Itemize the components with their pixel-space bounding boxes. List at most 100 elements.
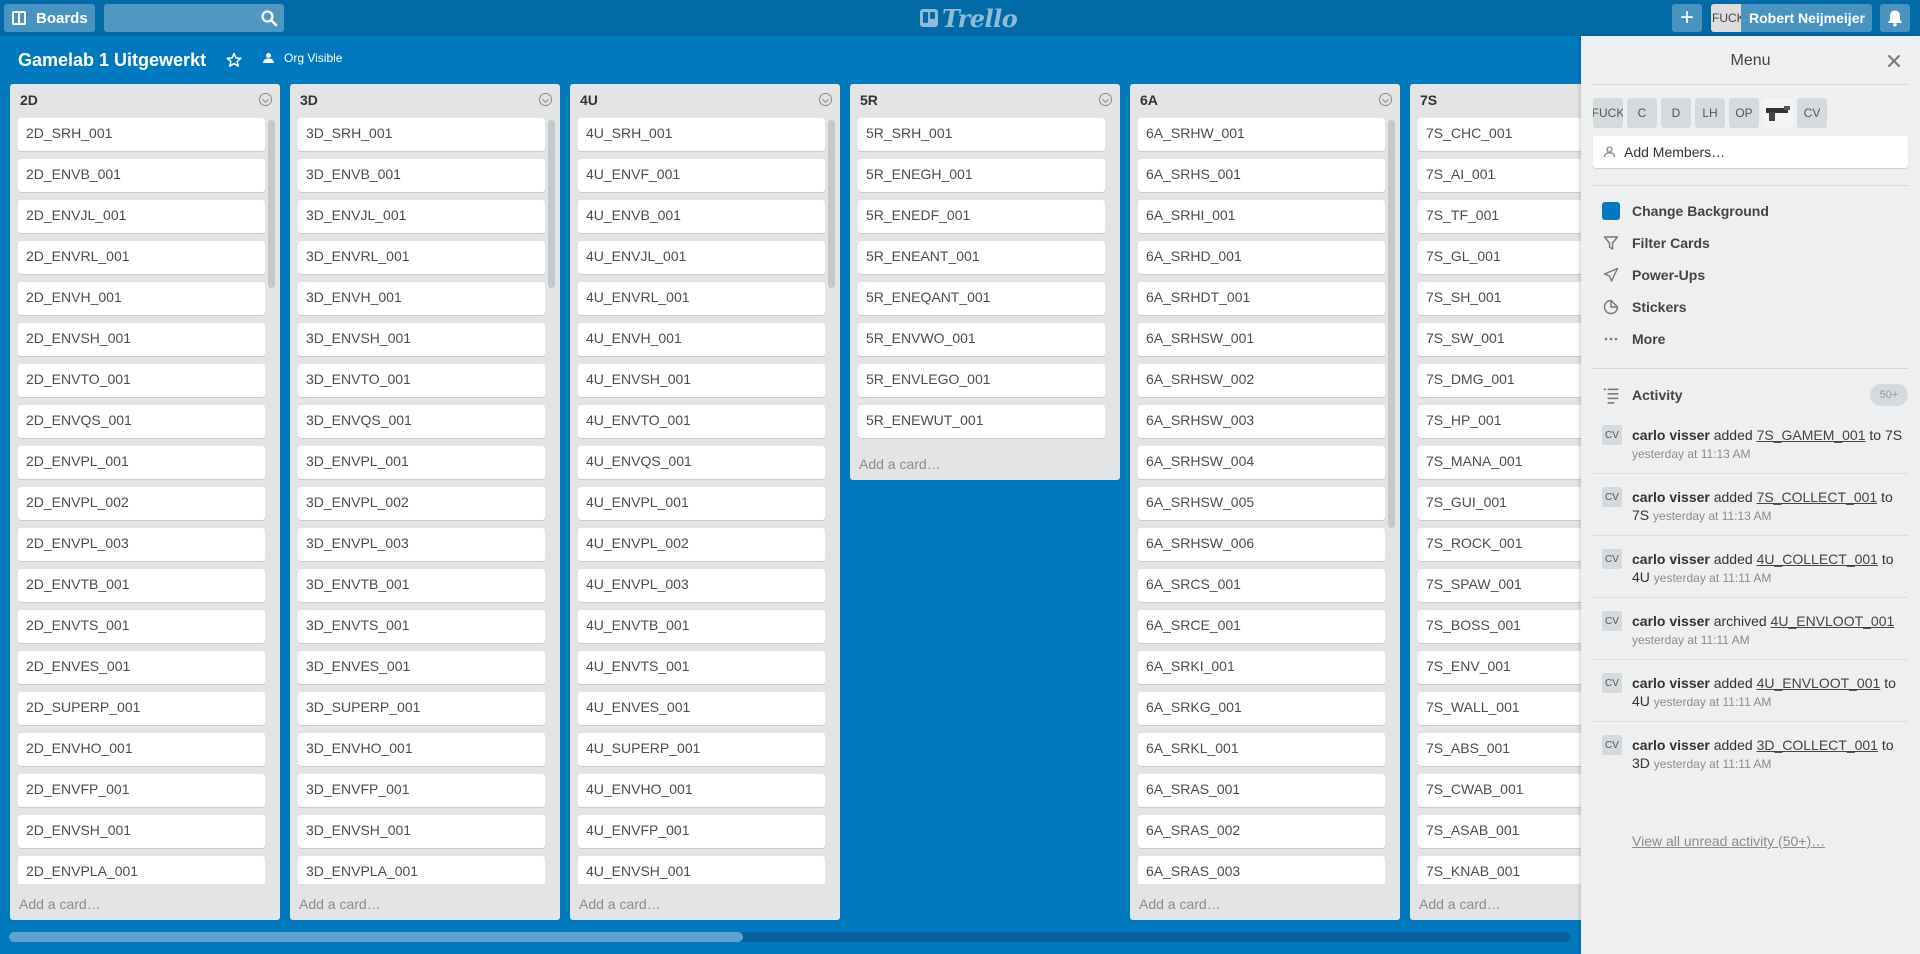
card[interactable]: 6A_SRAS_001 — [1138, 774, 1385, 807]
card[interactable]: 2D_SUPERP_001 — [18, 692, 265, 725]
card[interactable]: 5R_ENVLEGO_001 — [858, 364, 1105, 397]
card[interactable]: 3D_ENVTO_001 — [298, 364, 545, 397]
add-card-button[interactable]: Add a card… — [1139, 896, 1221, 912]
card[interactable]: 2D_ENVJL_001 — [18, 200, 265, 233]
card[interactable]: 4U_ENVJL_001 — [578, 241, 825, 274]
card[interactable]: 2D_ENVSH_001 — [18, 815, 265, 848]
activity-user[interactable]: carlo visser — [1632, 489, 1710, 505]
card[interactable]: 6A_SRHSW_005 — [1138, 487, 1385, 520]
list-name[interactable]: 2D — [20, 92, 38, 108]
more-item[interactable]: More — [1602, 330, 1665, 348]
member-avatar[interactable]: LH — [1695, 98, 1725, 128]
card[interactable]: 4U_SRH_001 — [578, 118, 825, 151]
card[interactable]: 4U_ENVF_001 — [578, 159, 825, 192]
activity-time[interactable]: yesterday at 11:13 AM — [1632, 447, 1751, 461]
card[interactable]: 6A_SRAS_002 — [1138, 815, 1385, 848]
activity-card-link[interactable]: 4U_COLLECT_001 — [1757, 551, 1878, 567]
activity-avatar[interactable]: CV — [1602, 487, 1622, 507]
card[interactable]: 2D_ENVRL_001 — [18, 241, 265, 274]
card[interactable]: 4U_ENVFP_001 — [578, 815, 825, 848]
activity-user[interactable]: carlo visser — [1632, 551, 1710, 567]
list-menu-icon[interactable] — [539, 93, 552, 106]
activity-time[interactable]: yesterday at 11:11 AM — [1654, 695, 1772, 709]
card[interactable]: 6A_SRHD_001 — [1138, 241, 1385, 274]
activity-avatar[interactable]: CV — [1602, 611, 1622, 631]
list-name[interactable]: 6A — [1140, 92, 1158, 108]
card[interactable]: 6A_SRHSW_002 — [1138, 364, 1385, 397]
list-name[interactable]: 4U — [580, 92, 598, 108]
card[interactable]: 6A_SRHSW_003 — [1138, 405, 1385, 438]
board-title[interactable]: Gamelab 1 Uitgewerkt — [18, 50, 206, 71]
list-name[interactable]: 3D — [300, 92, 318, 108]
add-members-button[interactable]: Add Members… — [1593, 136, 1908, 168]
activity-user[interactable]: carlo visser — [1632, 675, 1710, 691]
member-avatar[interactable]: C — [1627, 98, 1657, 128]
card[interactable]: 4U_ENVH_001 — [578, 323, 825, 356]
card[interactable]: 2D_ENVHO_001 — [18, 733, 265, 766]
card[interactable]: 3D_ENVHO_001 — [298, 733, 545, 766]
activity-avatar[interactable]: CV — [1602, 549, 1622, 569]
member-avatar[interactable]: FUCK — [1593, 98, 1623, 128]
card[interactable]: 5R_ENEDF_001 — [858, 200, 1105, 233]
card[interactable]: 3D_ENVB_001 — [298, 159, 545, 192]
card[interactable]: 2D_ENVTO_001 — [18, 364, 265, 397]
card[interactable]: 6A_SRKL_001 — [1138, 733, 1385, 766]
boards-button[interactable]: Boards — [4, 4, 95, 32]
activity-user[interactable]: carlo visser — [1632, 737, 1710, 753]
card[interactable]: 6A_SRHW_001 — [1138, 118, 1385, 151]
add-card-button[interactable]: Add a card… — [299, 896, 381, 912]
card[interactable]: 4U_ENVB_001 — [578, 200, 825, 233]
list-menu-icon[interactable] — [259, 93, 272, 106]
card[interactable]: 3D_ENVFP_001 — [298, 774, 545, 807]
card[interactable]: 4U_ENVRL_001 — [578, 282, 825, 315]
list-scrollbar[interactable] — [828, 120, 835, 288]
star-icon[interactable] — [226, 52, 242, 68]
search-icon[interactable] — [260, 9, 278, 27]
close-icon[interactable] — [1885, 52, 1903, 70]
card[interactable]: 2D_ENVES_001 — [18, 651, 265, 684]
add-card-button[interactable]: Add a card… — [1419, 896, 1501, 912]
member-avatar[interactable]: CV — [1797, 98, 1827, 128]
card[interactable]: 6A_SRCS_001 — [1138, 569, 1385, 602]
add-card-button[interactable]: Add a card… — [579, 896, 661, 912]
card[interactable]: 5R_ENEQANT_001 — [858, 282, 1105, 315]
card[interactable]: 4U_SUPERP_001 — [578, 733, 825, 766]
list-scrollbar[interactable] — [268, 120, 275, 288]
card[interactable]: 4U_ENVPL_003 — [578, 569, 825, 602]
card[interactable]: 6A_SRKI_001 — [1138, 651, 1385, 684]
card[interactable]: 2D_ENVB_001 — [18, 159, 265, 192]
card[interactable]: 2D_ENVPL_003 — [18, 528, 265, 561]
card[interactable]: 3D_ENVPL_003 — [298, 528, 545, 561]
board-scroll-thumb[interactable] — [9, 932, 743, 942]
card[interactable]: 2D_ENVFP_001 — [18, 774, 265, 807]
activity-card-link[interactable]: 3D_COLLECT_001 — [1757, 737, 1878, 753]
card[interactable]: 5R_ENVWO_001 — [858, 323, 1105, 356]
card[interactable]: 2D_ENVQS_001 — [18, 405, 265, 438]
card[interactable]: 3D_ENVJL_001 — [298, 200, 545, 233]
card[interactable]: 4U_ENVHO_001 — [578, 774, 825, 807]
trello-logo[interactable]: Trello — [920, 4, 1018, 33]
card[interactable]: 2D_ENVTS_001 — [18, 610, 265, 643]
power-ups-item[interactable]: Power-Ups — [1602, 266, 1705, 284]
card[interactable]: 6A_SRCE_001 — [1138, 610, 1385, 643]
card[interactable]: 3D_ENVTB_001 — [298, 569, 545, 602]
card[interactable]: 3D_ENVTS_001 — [298, 610, 545, 643]
search-input[interactable] — [104, 4, 284, 32]
activity-avatar[interactable]: CV — [1602, 735, 1622, 755]
user-menu-button[interactable]: Robert Neijmeijer — [1741, 4, 1872, 32]
card[interactable]: 3D_ENVQS_001 — [298, 405, 545, 438]
activity-user[interactable]: carlo visser — [1632, 427, 1710, 443]
activity-user[interactable]: carlo visser — [1632, 613, 1710, 629]
card[interactable]: 4U_ENVTB_001 — [578, 610, 825, 643]
activity-time[interactable]: yesterday at 11:13 AM — [1653, 509, 1772, 523]
list-menu-icon[interactable] — [1379, 93, 1392, 106]
card[interactable]: 5R_ENEWUT_001 — [858, 405, 1105, 438]
card[interactable]: 6A_SRKG_001 — [1138, 692, 1385, 725]
card[interactable]: 6A_SRHS_001 — [1138, 159, 1385, 192]
card[interactable]: 6A_SRHSW_004 — [1138, 446, 1385, 479]
card[interactable]: 4U_ENVTS_001 — [578, 651, 825, 684]
add-button[interactable]: + — [1672, 4, 1702, 32]
stickers-item[interactable]: Stickers — [1602, 298, 1686, 316]
member-avatar-photo[interactable] — [1763, 98, 1793, 128]
member-avatar[interactable]: OP — [1729, 98, 1759, 128]
